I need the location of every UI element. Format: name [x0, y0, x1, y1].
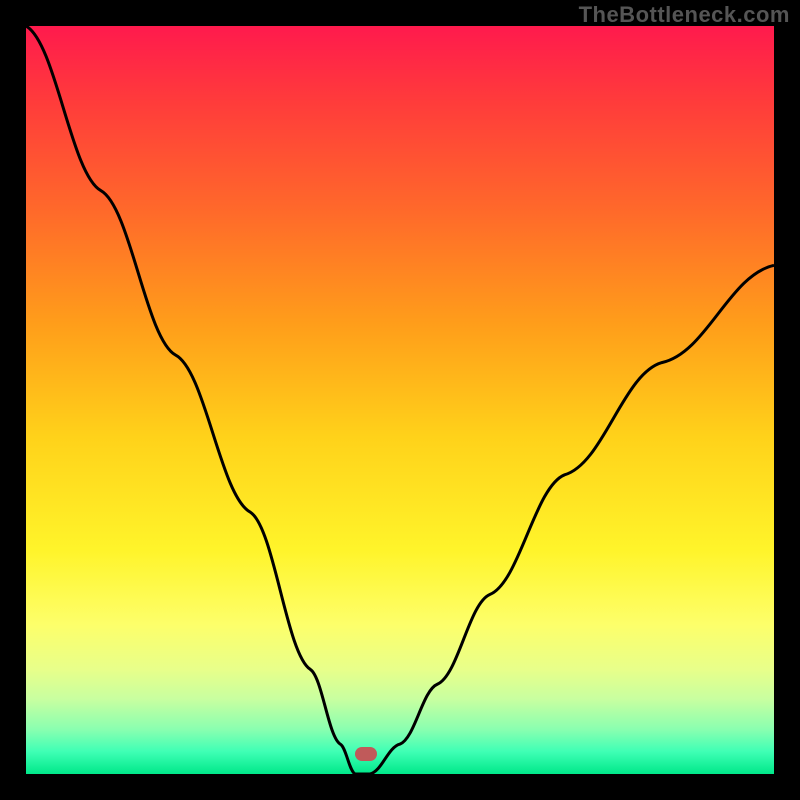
bottleneck-curve-path [26, 26, 774, 774]
bottleneck-curve [26, 26, 774, 774]
plot-area [26, 26, 774, 774]
chart-container: TheBottleneck.com [0, 0, 800, 800]
optimum-marker [355, 747, 377, 761]
watermark-text: TheBottleneck.com [579, 2, 790, 28]
